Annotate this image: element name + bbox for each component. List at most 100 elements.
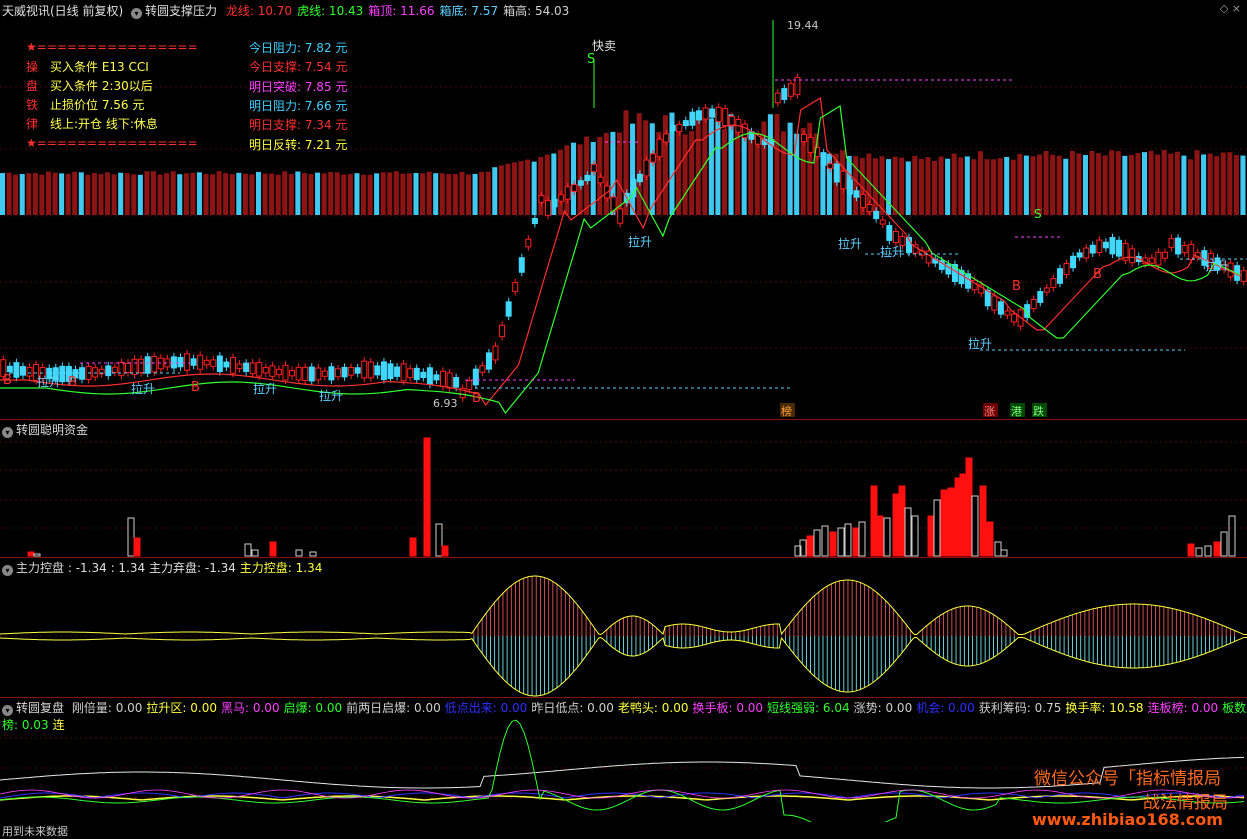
rules-sep-top: ★================	[26, 40, 198, 54]
money-bar	[295, 549, 303, 557]
money-bar	[251, 549, 259, 557]
volume-bar	[918, 158, 924, 215]
control-panel[interactable]: ▾ 主力控盘 : -1.34 : 1.34 主力弃盘: -1.34 主力控盘: 1…	[0, 558, 1247, 697]
candle-body	[420, 371, 427, 379]
close-icon[interactable]: ×	[1232, 2, 1241, 15]
money-bar	[27, 551, 35, 557]
volume-bar	[367, 174, 373, 215]
diamond-icon[interactable]: ◇	[1220, 2, 1228, 15]
buy-b-marker: B	[3, 373, 12, 388]
buy-b-marker: B	[191, 380, 200, 395]
tag-text: 榜	[781, 404, 792, 418]
level-row: 明日突破: 7.85 元	[249, 79, 348, 94]
volume-bar	[597, 136, 603, 215]
money-bar	[813, 529, 821, 557]
volume-bar	[26, 173, 32, 215]
volume-bar	[485, 171, 491, 215]
candle-body	[19, 366, 26, 376]
review-panel[interactable]: ▾ 转圆复盘 刚倍量: 0.00 拉升区: 0.00 黑马: 0.00 启爆: 0.00…	[0, 698, 1247, 829]
money-bar	[837, 527, 845, 557]
candle-body	[597, 176, 604, 184]
candle-body	[1148, 257, 1155, 264]
candle-body	[860, 193, 867, 209]
volume-bar	[1036, 154, 1043, 215]
candle-body	[820, 152, 827, 166]
candle-body	[886, 225, 893, 241]
candle-body	[853, 190, 860, 198]
candle-body	[1168, 238, 1175, 248]
candle-body	[92, 367, 99, 378]
candle-body	[223, 361, 230, 368]
smart-money-chart[interactable]	[0, 420, 1247, 557]
money-bar	[971, 495, 979, 557]
candle-body	[1240, 270, 1247, 282]
candle-body	[275, 368, 282, 376]
volume-bar	[991, 159, 997, 215]
volume-bar	[616, 132, 622, 215]
candle-body	[144, 356, 151, 374]
money-bar	[1187, 543, 1195, 557]
volume-bar	[203, 173, 209, 215]
candle-body	[833, 163, 840, 183]
volume-bar	[1043, 150, 1049, 215]
review-chart[interactable]	[0, 698, 1247, 822]
price-panel[interactable]: 19.44 6.93 快卖 S 拉升 拉升 拉升 拉升 拉升 拉升 拉升 拉升 拉升 B B B B B B S 榜涨港…	[0, 18, 1247, 419]
price-chart[interactable]: 19.446.93快卖S拉升 拉升 拉升 拉升拉升 拉升拉升拉升拉升B B BBBBS榜涨港…	[0, 18, 1247, 419]
candle-body	[262, 367, 269, 374]
volume-bar	[295, 171, 301, 215]
volume-bar	[308, 174, 314, 215]
volume-bar	[886, 159, 892, 215]
stock-title[interactable]: 天威视讯(日线 前复权)	[2, 4, 123, 18]
volume-bar	[59, 173, 65, 215]
candle-body	[243, 362, 250, 372]
volume-bar	[269, 173, 275, 215]
volume-bar	[1174, 151, 1180, 215]
volume-bar	[0, 173, 6, 215]
sell-s-marker: S	[587, 52, 595, 67]
header-item: 箱高: 54.03	[503, 4, 570, 18]
rule-char: 操	[26, 60, 39, 74]
candle-body	[407, 368, 414, 378]
control-chart[interactable]	[0, 558, 1247, 697]
money-bar	[127, 517, 135, 557]
money-bar	[940, 489, 948, 557]
candle-body	[774, 92, 781, 104]
candle-body	[1089, 244, 1096, 254]
rule-text: 止损价位 7.56 元	[50, 98, 145, 112]
volume-bar	[393, 171, 399, 215]
volume-bar	[997, 158, 1003, 215]
money-bar	[309, 551, 317, 557]
indicator-name[interactable]: 转圆支撑压力	[145, 4, 217, 18]
money-bar	[1195, 547, 1203, 557]
candle-body	[1050, 278, 1057, 288]
money-bar	[986, 521, 994, 557]
candle-body	[124, 362, 131, 373]
volume-bar	[1141, 152, 1148, 215]
volume-bar	[72, 171, 78, 215]
candle-body	[741, 123, 748, 139]
candle-body	[538, 195, 545, 203]
tag-text: 涨	[984, 405, 995, 418]
candle-body	[577, 180, 584, 186]
money-bar	[911, 515, 919, 557]
volume-bar	[1089, 150, 1095, 215]
volume-bar	[577, 144, 583, 215]
candle-body	[840, 170, 847, 190]
volume-bar	[728, 114, 734, 215]
volume-bar	[531, 161, 537, 215]
candle-body	[584, 174, 591, 182]
low-price-label: 6.93	[433, 397, 458, 410]
candle-body	[374, 365, 381, 376]
volume-bar	[964, 156, 970, 215]
volume-bar	[1017, 153, 1023, 215]
money-bar	[1228, 515, 1236, 557]
footer-status: 用到未来数据	[2, 825, 68, 838]
volume-bar	[65, 173, 71, 215]
volume-bar	[807, 122, 813, 215]
volume-bar	[925, 157, 931, 215]
smart-money-panel[interactable]: ▾ 转圆聪明资金	[0, 420, 1247, 557]
candle-body	[440, 370, 447, 387]
lift-signal-label: 拉升	[131, 381, 155, 396]
candle-body	[551, 198, 558, 208]
volume-bar	[111, 174, 117, 215]
